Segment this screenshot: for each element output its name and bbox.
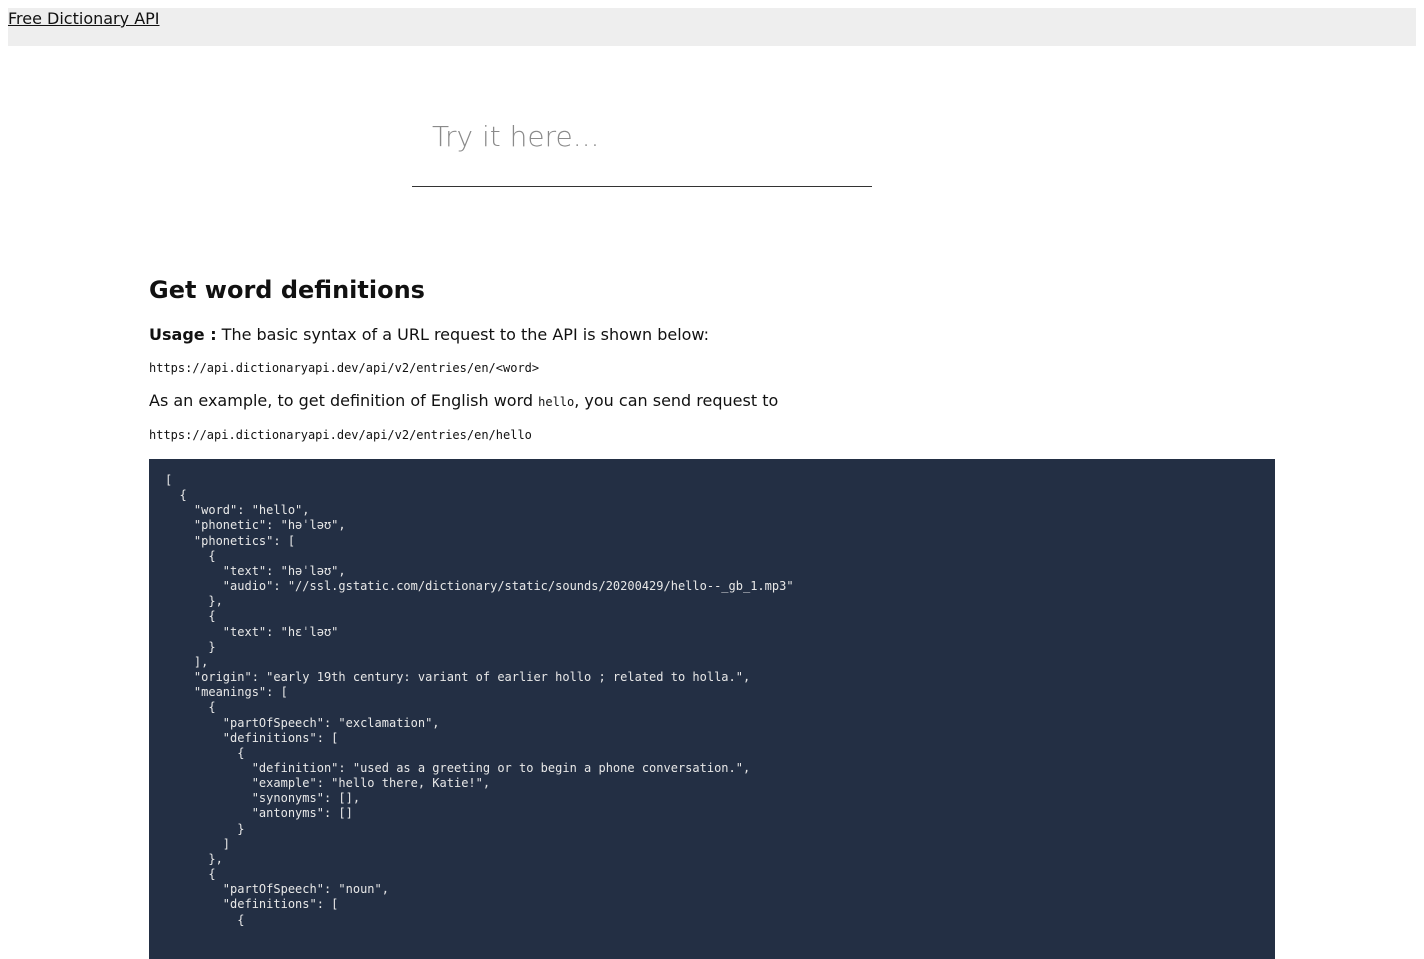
usage-text: The basic syntax of a URL request to the… — [216, 325, 710, 344]
search-container — [412, 108, 872, 187]
top-nav-bar: Free Dictionary API — [8, 8, 1416, 46]
search-input[interactable] — [412, 108, 872, 164]
example-text-after: , you can send request to — [574, 391, 779, 410]
main-content: Get word definitions Usage : The basic s… — [149, 270, 1275, 959]
response-code: [ { "word": "hello", "phonetic": "həˈləʊ… — [165, 473, 794, 927]
example-text-before: As an example, to get definition of Engl… — [149, 391, 539, 410]
usage-paragraph: Usage : The basic syntax of a URL reques… — [149, 324, 1275, 346]
brand-link[interactable]: Free Dictionary API — [8, 9, 160, 28]
example-paragraph: As an example, to get definition of Engl… — [149, 390, 1275, 413]
syntax-url: https://api.dictionaryapi.dev/api/v2/ent… — [149, 361, 540, 375]
example-word: hello — [538, 395, 575, 409]
response-code-block: [ { "word": "hello", "phonetic": "həˈləʊ… — [149, 459, 1275, 959]
usage-label: Usage : — [149, 325, 217, 344]
example-url: https://api.dictionaryapi.dev/api/v2/ent… — [149, 428, 532, 442]
section-title: Get word definitions — [149, 276, 425, 304]
